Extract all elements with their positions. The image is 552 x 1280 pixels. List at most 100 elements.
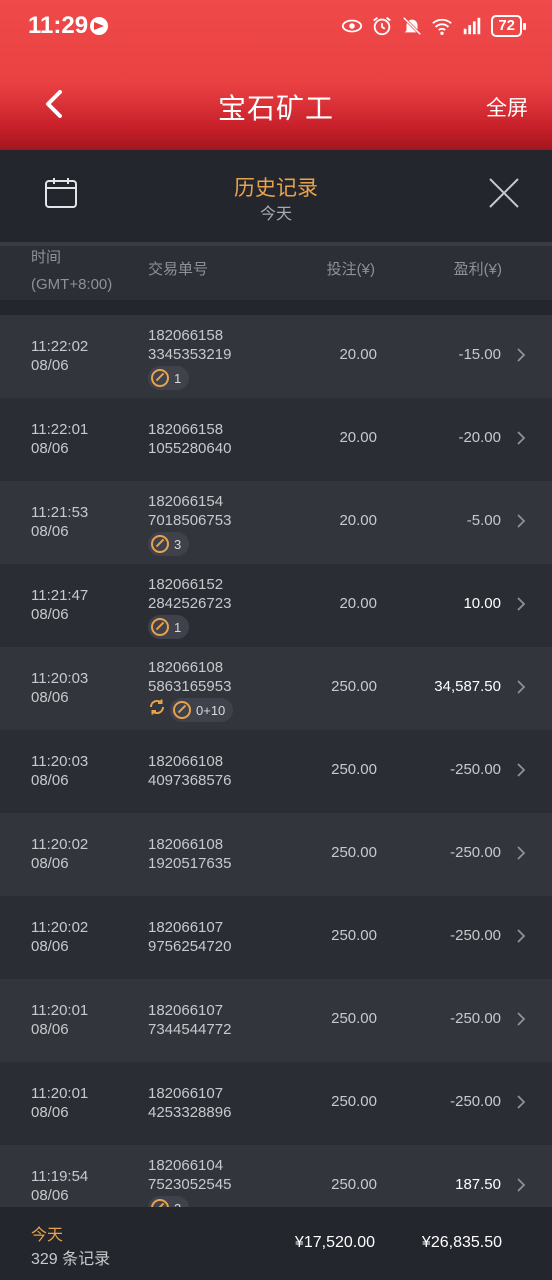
row-order-id-line2: 5863165953 xyxy=(148,678,232,695)
table-row[interactable]: 11:19:54 08/06 182066104 7523052545 2 250.00 1… xyxy=(0,1145,552,1207)
row-order-id-line1: 182066107 xyxy=(148,1085,224,1102)
row-date-value: 08/06 xyxy=(31,523,69,540)
history-date-filter: 今天 xyxy=(259,206,292,223)
row-order-id: 182066108 1920517635 xyxy=(148,835,231,873)
row-date-value: 08/06 xyxy=(31,689,69,706)
table-row[interactable]: 11:21:47 08/06 182066152 2842526723 1 20.00 10… xyxy=(0,564,552,647)
row-time: 11:20:03 08/06 xyxy=(31,752,88,790)
row-order-id: 182066108 5863165953 xyxy=(148,658,231,696)
nav-bar: 宝石矿工 全屏 xyxy=(0,70,552,140)
badge-count: 0+10 xyxy=(196,702,226,718)
wifi-icon xyxy=(432,18,453,35)
row-time: 11:21:53 08/06 xyxy=(31,503,88,541)
chevron-right-icon xyxy=(517,846,526,860)
free-spin-badge: 2 xyxy=(148,1196,190,1207)
row-order-id-line2: 7523052545 xyxy=(148,1176,232,1193)
table-row[interactable]: 11:21:53 08/06 182066154 7018506753 3 20.00 -5… xyxy=(0,481,552,564)
row-date-value: 08/06 xyxy=(31,440,69,457)
column-profit: 盈利(¥) xyxy=(453,261,502,278)
row-order-id-line2: 1055280640 xyxy=(148,440,232,457)
chevron-right-icon xyxy=(517,1012,526,1026)
row-bet: 250.00 xyxy=(331,844,377,861)
free-spin-badge: 1 xyxy=(148,366,190,390)
row-order-id-line2: 4097368576 xyxy=(148,772,232,789)
column-timezone-label: (GMT+8:00) xyxy=(31,276,113,293)
chevron-right-icon xyxy=(517,763,526,777)
battery-indicator: 72 xyxy=(491,15,526,37)
badge-count: 1 xyxy=(174,370,182,386)
row-profit: -20.00 xyxy=(458,429,501,446)
row-profit: -15.00 xyxy=(458,346,501,363)
table-row[interactable]: 11:20:03 08/06 182066108 5863165953 0+10 250.… xyxy=(0,647,552,730)
free-spin-badge: 0+10 xyxy=(170,698,234,722)
column-order-id: 交易单号 xyxy=(148,261,209,278)
row-profit: 187.50 xyxy=(455,1176,501,1193)
table-row[interactable]: 11:20:03 08/06 182066108 4097368576 250.00 -2… xyxy=(0,730,552,813)
chevron-right-icon xyxy=(517,1178,526,1192)
row-bet: 250.00 xyxy=(331,1093,377,1110)
row-date-value: 08/06 xyxy=(31,1187,69,1204)
row-date-value: 08/06 xyxy=(31,1104,69,1121)
table-row[interactable]: 11:20:01 08/06 182066107 7344544772 250.00 -2… xyxy=(0,979,552,1062)
row-time-value: 11:19:54 xyxy=(31,1168,89,1185)
table-row[interactable]: 11:22:01 08/06 182066158 1055280640 20.00 -20… xyxy=(0,398,552,481)
row-order-id: 182066107 9756254720 xyxy=(148,918,231,956)
row-order-id-line1: 182066158 xyxy=(148,421,224,438)
feature-icon xyxy=(173,701,191,719)
refresh-icon xyxy=(149,699,165,715)
row-order-id-line2: 9756254720 xyxy=(148,938,232,955)
record-count: 329 条记录 xyxy=(31,1251,111,1268)
row-order-id: 182066158 3345353219 xyxy=(148,326,231,364)
row-order-id-line2: 7344544772 xyxy=(148,1021,232,1038)
column-bet: 投注(¥) xyxy=(326,261,375,278)
table-row[interactable]: 11:22:02 08/06 182066158 3345353219 1 20.00 -1… xyxy=(0,315,552,398)
table-row[interactable]: 11:20:01 08/06 182066107 4253328896 250.00 -2… xyxy=(0,1062,552,1145)
badge-count: 3 xyxy=(174,536,182,552)
chevron-right-icon xyxy=(517,929,526,943)
row-date-value: 08/06 xyxy=(31,357,69,374)
badge-count: 1 xyxy=(174,619,182,635)
row-bet: 250.00 xyxy=(331,1176,377,1193)
row-bet: 20.00 xyxy=(339,595,377,612)
row-bet: 20.00 xyxy=(339,429,377,446)
eye-icon xyxy=(342,19,363,33)
row-order-id-line1: 182066107 xyxy=(148,919,224,936)
row-profit: -5.00 xyxy=(466,512,501,529)
feature-icon xyxy=(151,535,169,553)
row-profit: -250.00 xyxy=(450,1093,501,1110)
row-order-id-line2: 1920517635 xyxy=(148,855,232,872)
row-time: 11:20:03 08/06 xyxy=(31,669,88,707)
divider xyxy=(0,300,552,315)
row-time: 11:21:47 08/06 xyxy=(31,586,88,624)
row-time-value: 11:20:02 xyxy=(31,919,89,936)
row-badges: 0+10 xyxy=(148,698,234,722)
row-order-id-line2: 7018506753 xyxy=(148,512,232,529)
total-bet: ¥17,520.00 xyxy=(294,1234,375,1251)
chevron-right-icon xyxy=(517,597,526,611)
table-row[interactable]: 11:20:02 08/06 182066108 1920517635 250.00 -2… xyxy=(0,813,552,896)
row-date-value: 08/06 xyxy=(31,855,69,872)
row-time-value: 11:20:03 xyxy=(31,753,89,770)
history-header: 历史记录 今天 xyxy=(0,150,552,242)
total-profit: ¥26,835.50 xyxy=(421,1234,502,1251)
row-badges: 1 xyxy=(148,366,190,390)
row-time-value: 11:20:01 xyxy=(31,1085,89,1102)
feature-icon xyxy=(151,369,169,387)
mute-bell-icon xyxy=(403,16,422,36)
row-order-id: 182066152 2842526723 xyxy=(148,575,231,613)
row-bet: 20.00 xyxy=(339,346,377,363)
fullscreen-button[interactable]: 全屏 xyxy=(486,92,528,122)
row-time-value: 11:20:03 xyxy=(31,670,89,687)
row-time-value: 11:22:01 xyxy=(31,421,89,438)
row-bet: 20.00 xyxy=(339,512,377,529)
signal-icon xyxy=(464,17,481,35)
table-row[interactable]: 11:20:02 08/06 182066107 9756254720 250.00 -2… xyxy=(0,896,552,979)
row-badges: 3 xyxy=(148,532,190,556)
history-list: 11:22:02 08/06 182066158 3345353219 1 20.00 -1… xyxy=(0,315,552,1207)
status-time: 11:29 xyxy=(28,12,89,39)
row-time: 11:20:02 08/06 xyxy=(31,918,88,956)
row-order-id-line1: 182066158 xyxy=(148,327,224,344)
telegram-icon xyxy=(90,17,108,35)
status-bar: 11:29 72 xyxy=(0,0,552,54)
close-icon[interactable] xyxy=(488,177,520,209)
